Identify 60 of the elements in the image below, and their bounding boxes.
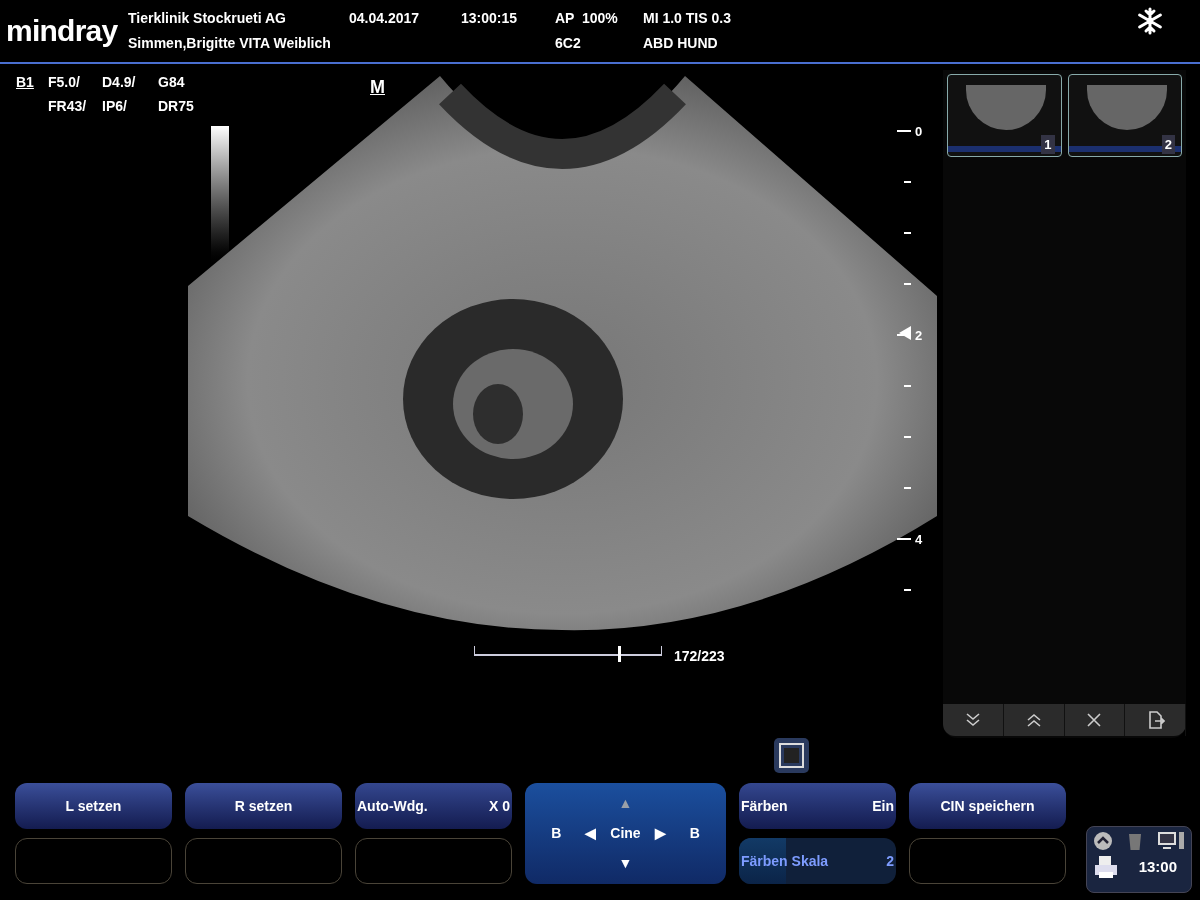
focus-marker-icon <box>899 326 911 340</box>
parameter-value: DR75 <box>158 97 195 116</box>
bin-icon[interactable] <box>1127 831 1143 851</box>
thumbnail-number: 1 <box>1041 134 1055 154</box>
depth-tick <box>904 589 911 591</box>
key-label: Auto-Wdg. <box>357 796 428 816</box>
thumbnail-number: 2 <box>1161 134 1175 154</box>
orientation-marker: M <box>370 76 385 99</box>
snowflake-icon[interactable] <box>1136 7 1164 35</box>
depth-tick <box>904 487 911 489</box>
brand-logo: mindray <box>6 16 119 46</box>
depth-label: 4 <box>915 531 923 549</box>
level-soft-key[interactable]: Färben Skala 2 <box>739 838 896 884</box>
depth-tick <box>904 385 911 387</box>
depth-tick <box>904 283 911 285</box>
status-clock: 13:00 <box>1138 856 1177 877</box>
soft-key-button[interactable]: L setzen <box>15 783 172 829</box>
monitor-icon[interactable] <box>1157 831 1185 851</box>
parameter-value: FR43/ <box>48 97 88 116</box>
mode-label: B1 <box>16 73 35 92</box>
mode-letter: B <box>689 824 700 843</box>
image-thumbnail[interactable]: 1 <box>947 74 1062 157</box>
left-arrow[interactable]: ◀ <box>585 823 597 844</box>
key-value: 2 <box>886 851 894 871</box>
toggle-soft-key[interactable]: Auto-Wdg. X 0 <box>355 783 512 829</box>
parameter-value: F5.0/ <box>48 73 81 92</box>
cine-label: Cine <box>610 824 641 843</box>
institution-name: Tierklinik Stockrueti AG <box>128 9 287 28</box>
depth-tick <box>897 538 911 540</box>
up-circle-icon[interactable] <box>1093 831 1113 851</box>
depth-tick <box>904 232 911 234</box>
cine-thumb[interactable] <box>617 646 621 662</box>
exam-preset: ABD HUND <box>643 34 719 53</box>
depth-tick <box>897 130 911 132</box>
key-value: Ein <box>872 796 894 816</box>
mode-letter: B <box>551 824 562 843</box>
depth-tick <box>904 181 911 183</box>
toggle-soft-key[interactable]: Färben Ein <box>739 783 896 829</box>
image-thumbnail[interactable]: 2 <box>1067 74 1182 157</box>
printer-icon[interactable] <box>1093 855 1119 879</box>
parameter-value: D4.9/ <box>102 73 137 92</box>
exam-time: 13:00:15 <box>461 9 519 28</box>
frame-counter: 172/223 <box>674 647 725 666</box>
safety-indices: MI 1.0 TIS 0.3 <box>643 9 732 28</box>
depth-label: 0 <box>915 123 923 141</box>
probe-name: 6C2 <box>555 34 582 53</box>
parameter-value: IP6/ <box>102 97 128 116</box>
down-arrow[interactable]: ▼ <box>618 852 633 874</box>
key-label: Färben <box>741 796 788 816</box>
exam-date: 04.04.2017 <box>349 9 421 28</box>
parameter-value: G84 <box>158 73 186 92</box>
key-label: Färben Skala <box>741 851 829 871</box>
patient-name: Simmen,Brigitte VITA Weiblich <box>128 34 332 53</box>
soft-key-button[interactable]: R setzen <box>185 783 342 829</box>
acoustic-power: AP 100% <box>555 9 619 28</box>
key-value: X 0 <box>489 796 510 816</box>
soft-key-button[interactable]: CIN speichern <box>909 783 1066 829</box>
right-arrow[interactable]: ▶ <box>654 823 666 844</box>
depth-tick <box>904 436 911 438</box>
depth-label: 2 <box>915 327 923 345</box>
